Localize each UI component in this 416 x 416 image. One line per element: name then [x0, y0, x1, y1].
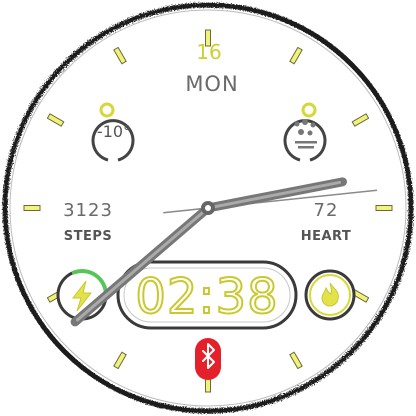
steps-value: 3123 [63, 200, 113, 221]
hour-marker [375, 205, 393, 211]
weather-temperature: -10° [97, 122, 131, 141]
digital-time: 02:38 [135, 269, 278, 325]
hour-marker [23, 205, 41, 211]
cloud-indicator-dot [301, 102, 317, 118]
steps-label: STEPS [64, 229, 113, 244]
date-day: 16 [196, 40, 221, 64]
heart-value: 72 [314, 200, 339, 221]
center-cap-inner [205, 205, 211, 211]
weather-indicator-dot [99, 102, 115, 118]
bluetooth-status[interactable] [195, 338, 221, 380]
heart-label: HEART [301, 229, 352, 244]
watch-face: 16 MON -10° 3123 STEPS 72 HEART 02:38 [2, 2, 414, 414]
heart-button[interactable] [304, 269, 356, 321]
date-weekday: MON [185, 72, 238, 96]
digital-time-display[interactable]: 02:38 [116, 260, 298, 330]
